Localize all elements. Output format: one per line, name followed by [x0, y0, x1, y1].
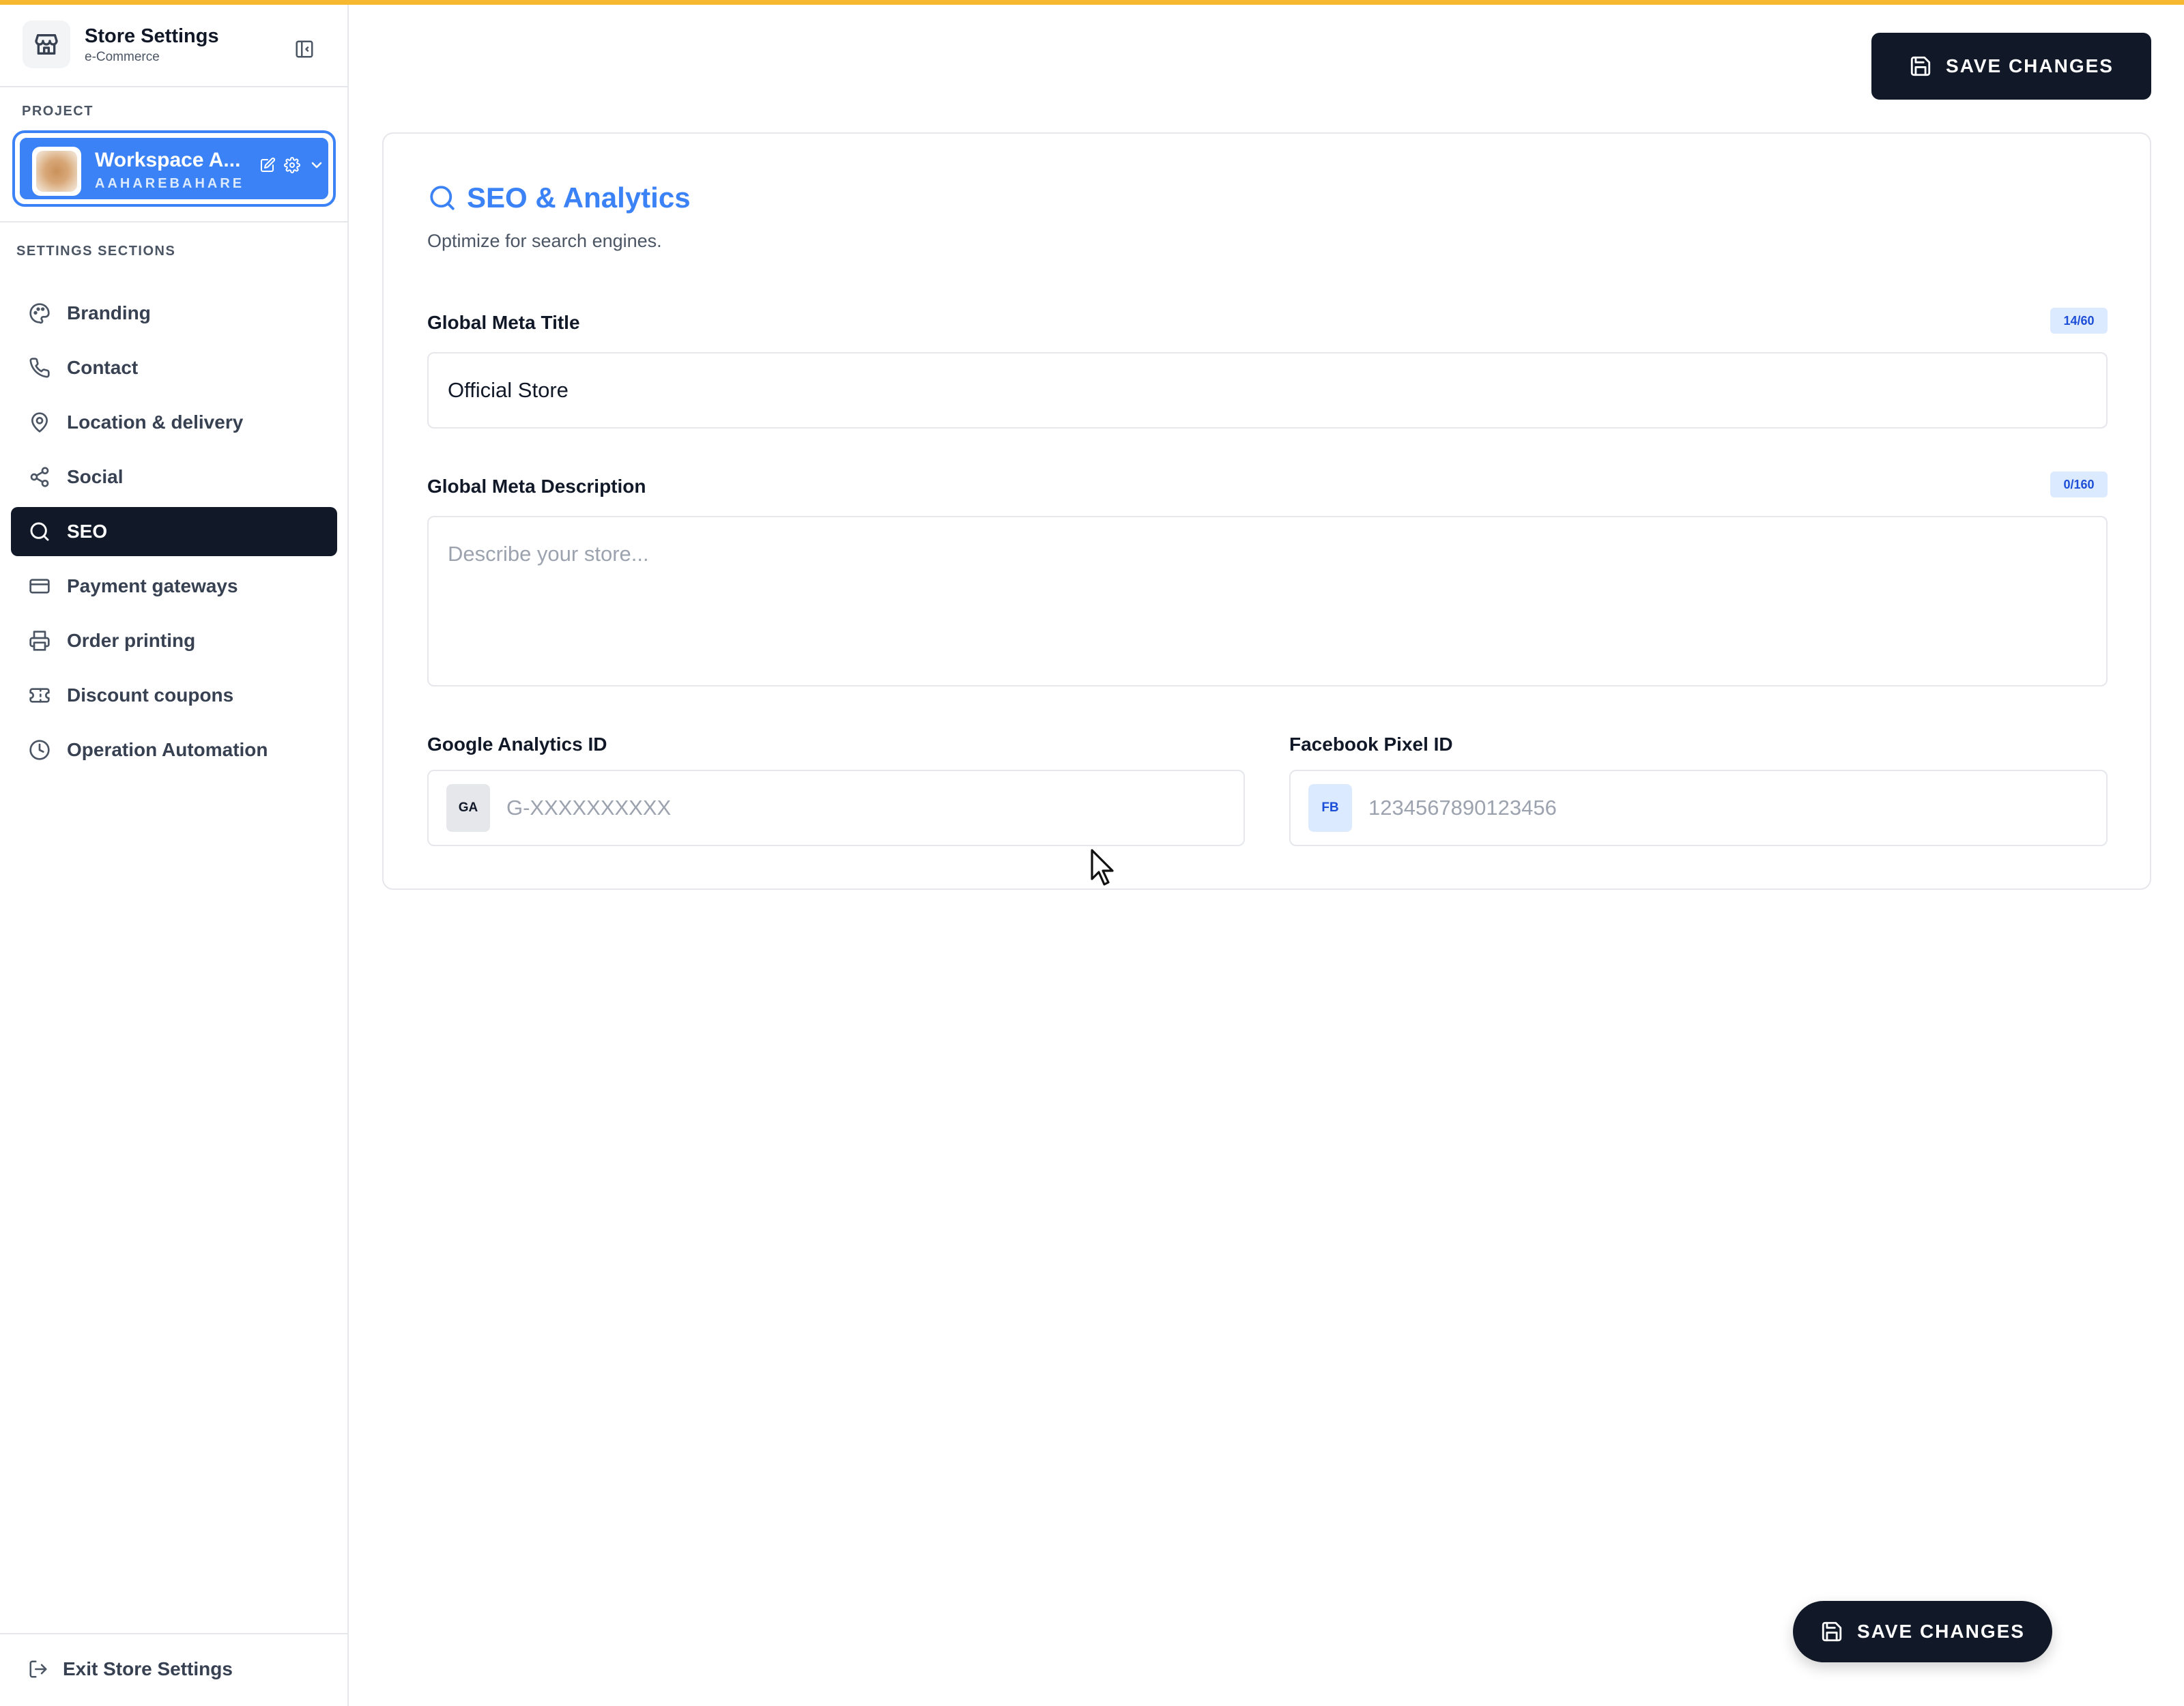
store-settings-title: Store Settings	[85, 25, 219, 47]
meta-title-label: Global Meta Title	[427, 312, 580, 333]
project-name: Workspace A...	[95, 149, 241, 171]
sidebar-item-order-printing[interactable]: Order printing	[11, 616, 337, 665]
ticket-icon	[27, 683, 52, 708]
sidebar-item-label: Social	[67, 466, 124, 487]
google-analytics-field: GA	[427, 770, 1245, 846]
save-changes-label: SAVE CHANGES	[1946, 55, 2114, 76]
sidebar-item-label: Operation Automation	[67, 739, 268, 760]
floating-save-label: SAVE CHANGES	[1857, 1621, 2025, 1642]
chevron-down-icon[interactable]	[308, 156, 326, 174]
sidebar-item-payment-gateways[interactable]: Payment gateways	[11, 562, 337, 611]
credit-card-icon	[27, 574, 52, 598]
fb-prefix-badge: FB	[1308, 784, 1352, 832]
google-analytics-input[interactable]	[506, 796, 1121, 820]
meta-description-textarea[interactable]	[427, 516, 2108, 686]
project-switcher[interactable]: Workspace A... AAHAREBAHARE	[12, 130, 336, 207]
sidebar-item-location-delivery[interactable]: Location & delivery	[11, 398, 337, 447]
card-title-text: SEO & Analytics	[467, 182, 691, 214]
card-subtitle: Optimize for search engines.	[427, 231, 662, 251]
mouse-cursor-icon	[1091, 849, 1114, 886]
meta-description-counter-badge: 0/160	[2050, 472, 2108, 497]
sidebar-item-label: SEO	[67, 521, 108, 542]
sidebar-item-label: Contact	[67, 357, 139, 378]
save-icon	[1909, 55, 1932, 78]
save-changes-button[interactable]: SAVE CHANGES	[1871, 33, 2151, 100]
sidebar-item-seo[interactable]: SEO	[11, 507, 337, 556]
log-out-icon	[26, 1657, 51, 1681]
sidebar-item-label: Discount coupons	[67, 684, 234, 706]
edit-icon[interactable]	[259, 156, 276, 174]
collapse-sidebar-button[interactable]	[290, 35, 319, 63]
sidebar-header: Store Settings e-Commerce	[0, 5, 347, 87]
sidebar-item-discount-coupons[interactable]: Discount coupons	[11, 671, 337, 720]
seo-analytics-card: SEO & Analytics Optimize for search engi…	[382, 132, 2151, 890]
sidebar-item-label: Payment gateways	[67, 575, 238, 596]
save-icon	[1820, 1620, 1843, 1643]
sidebar-footer-divider	[0, 1633, 347, 1634]
sidebar-item-branding[interactable]: Branding	[11, 289, 337, 338]
sidebar-item-social[interactable]: Social	[11, 452, 337, 502]
meta-title-input[interactable]	[427, 352, 2108, 429]
ga-prefix-badge: GA	[446, 784, 490, 832]
share-icon	[27, 465, 52, 489]
sidebar-item-label: Order printing	[67, 630, 196, 651]
facebook-pixel-field: FB	[1289, 770, 2108, 846]
search-icon	[427, 183, 457, 213]
top-accent-bar	[0, 0, 2184, 5]
meta-title-counter-badge: 14/60	[2050, 308, 2108, 334]
facebook-pixel-input[interactable]	[1368, 796, 1983, 820]
google-analytics-label: Google Analytics ID	[427, 734, 607, 755]
project-avatar	[32, 147, 81, 196]
store-settings-subtitle: e-Commerce	[85, 50, 160, 64]
settings-sections-label: SETTINGS SECTIONS	[16, 244, 176, 259]
store-icon	[23, 20, 70, 68]
facebook-pixel-label: Facebook Pixel ID	[1289, 734, 1453, 755]
project-section-label: PROJECT	[22, 104, 94, 119]
sidebar: Store Settings e-Commerce PROJECT Worksp…	[0, 5, 349, 1706]
sidebar-item-label: Branding	[67, 302, 151, 323]
gear-icon[interactable]	[283, 156, 301, 174]
panel-collapse-icon	[296, 40, 313, 58]
clock-icon	[27, 738, 52, 762]
palette-icon	[27, 301, 52, 326]
sidebar-item-contact[interactable]: Contact	[11, 343, 337, 392]
meta-description-label: Global Meta Description	[427, 476, 646, 497]
map-pin-icon	[27, 410, 52, 435]
card-title: SEO & Analytics	[427, 182, 691, 214]
floating-save-changes-button[interactable]: SAVE CHANGES	[1793, 1601, 2052, 1662]
search-icon	[27, 519, 52, 544]
sidebar-divider	[0, 221, 347, 222]
printer-icon	[27, 628, 52, 653]
sidebar-item-operation-automation[interactable]: Operation Automation	[11, 725, 337, 775]
exit-label: Exit Store Settings	[63, 1658, 233, 1679]
exit-store-settings-button[interactable]: Exit Store Settings	[26, 1657, 233, 1681]
project-slug: AAHAREBAHARE	[95, 176, 245, 191]
sidebar-item-label: Location & delivery	[67, 411, 244, 433]
phone-icon	[27, 356, 52, 380]
